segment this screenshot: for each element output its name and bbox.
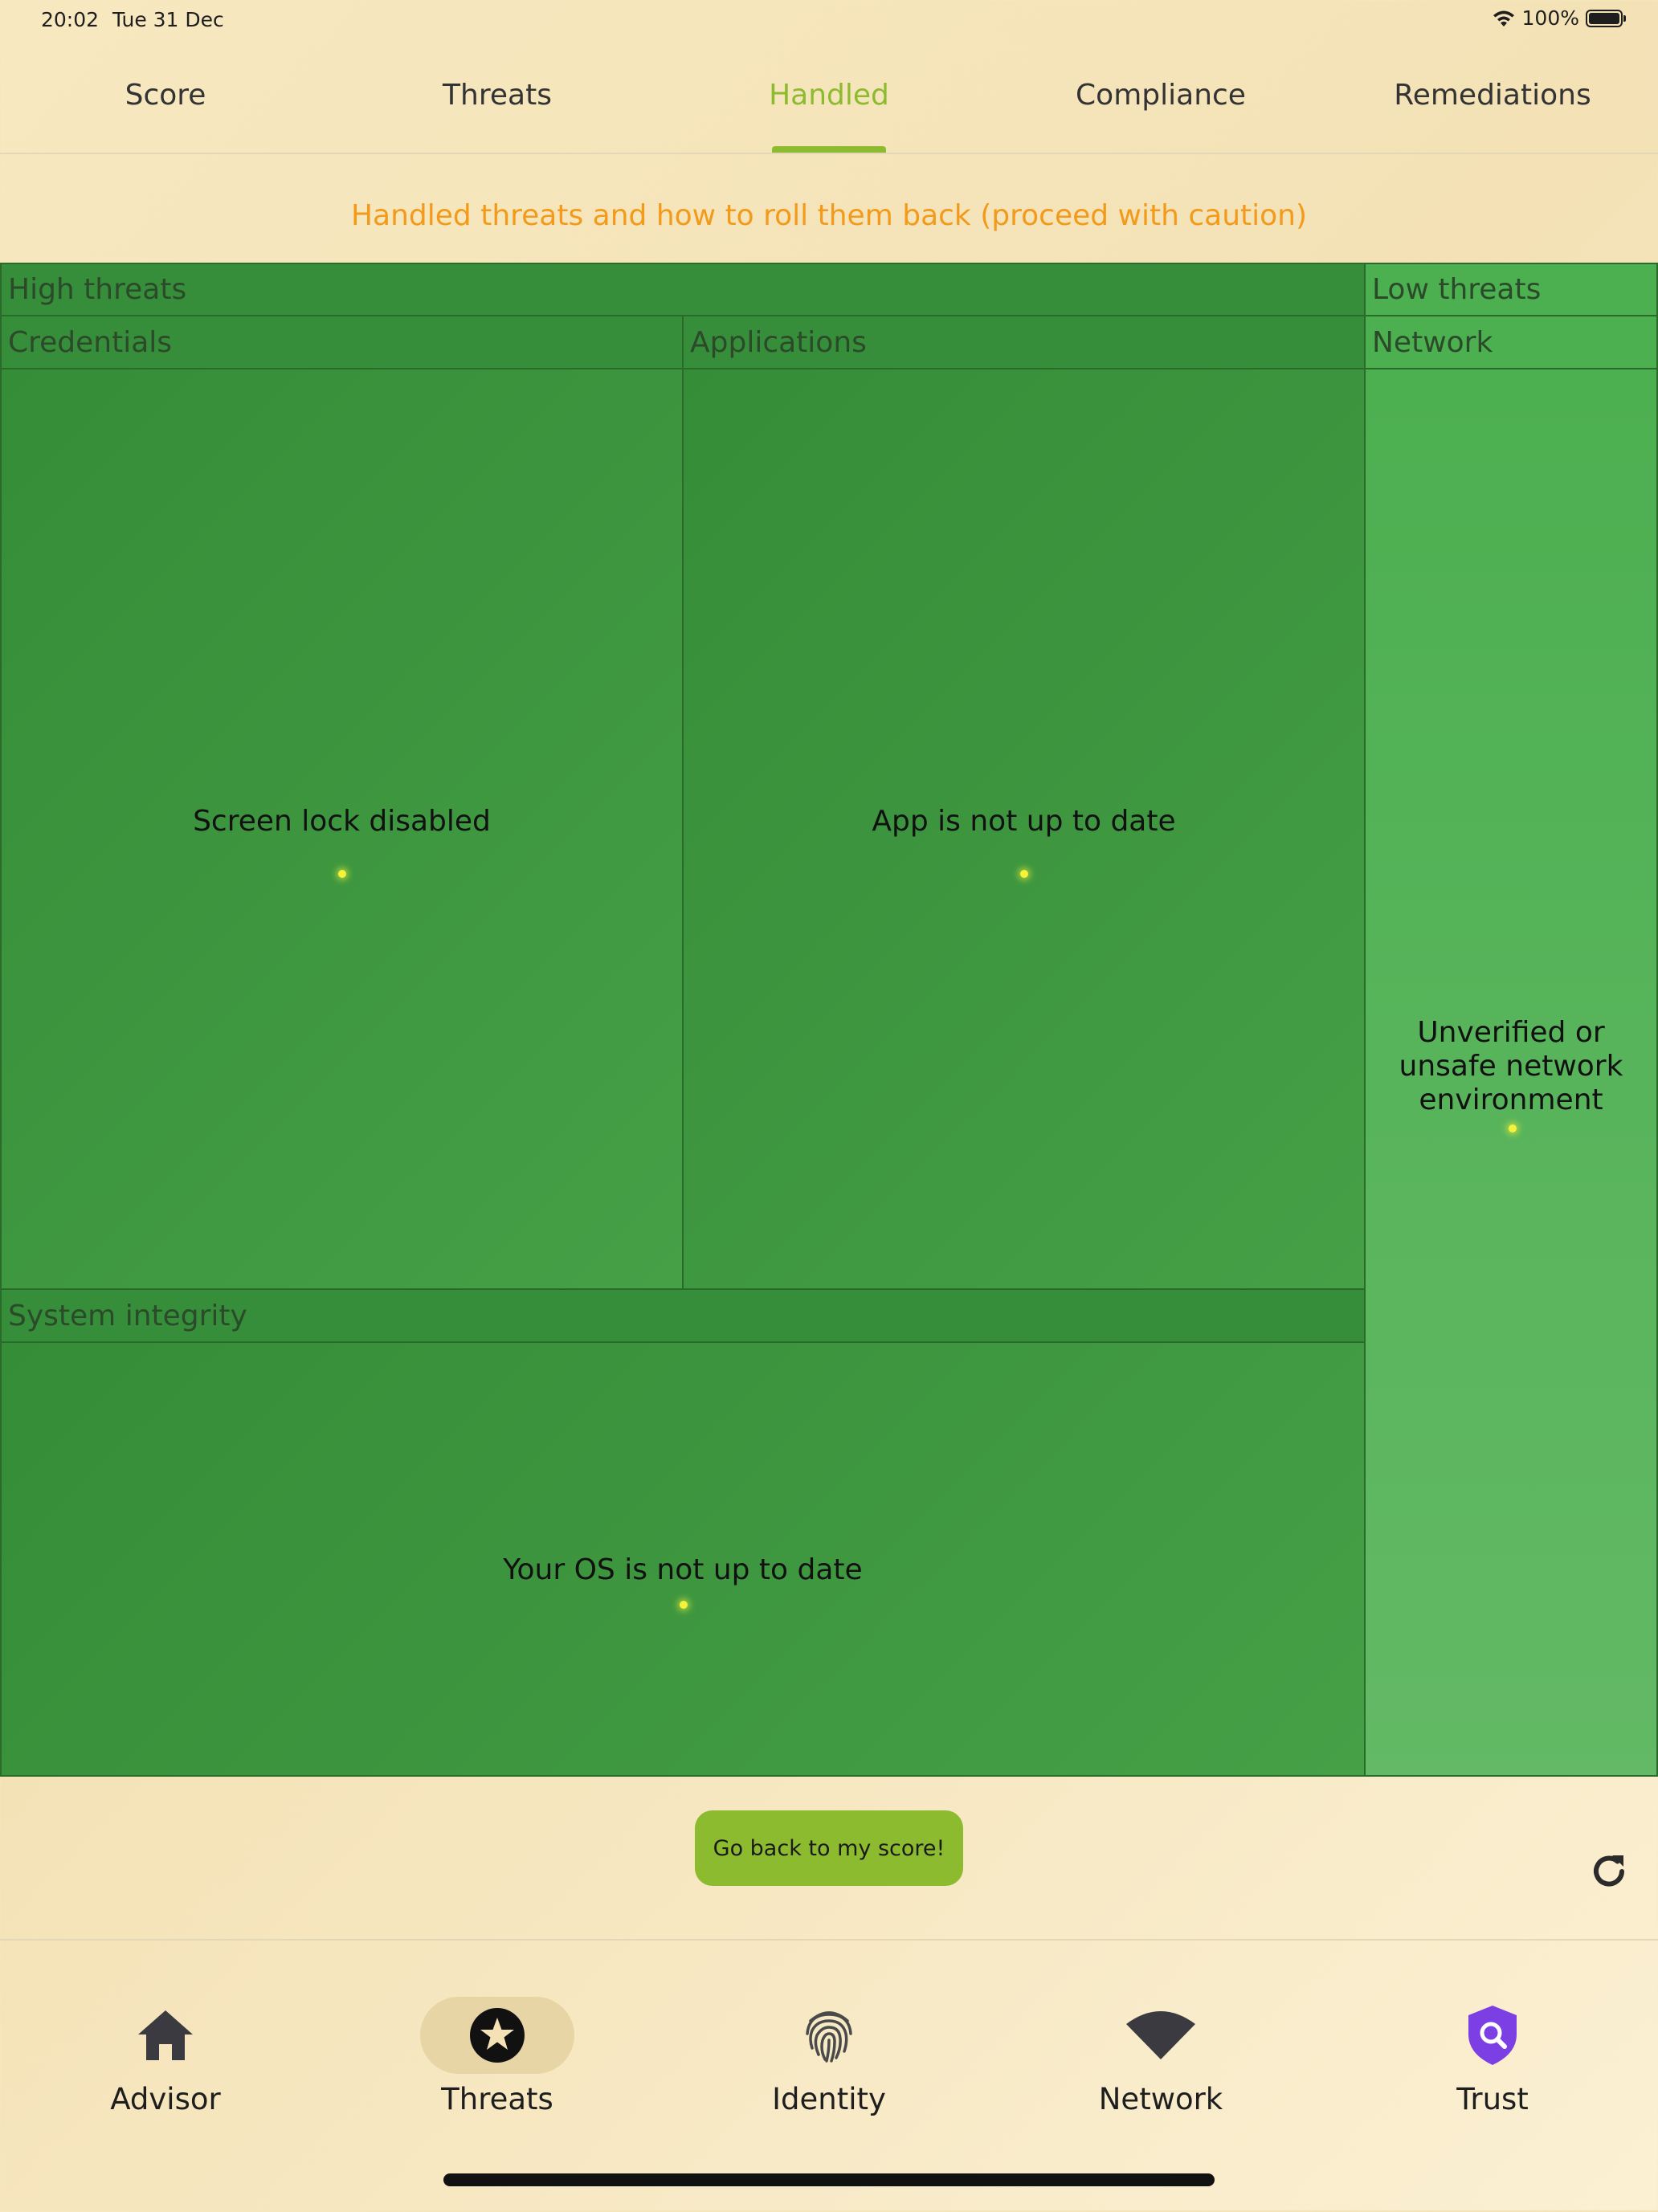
go-back-to-score-button[interactable]: Go back to my score! — [695, 1810, 963, 1886]
page-subtitle: Handled threats and how to roll them bac… — [350, 199, 1308, 232]
nav-label: Trust — [1456, 2082, 1529, 2116]
top-tab-bar: Score Threats Handled Compliance Remedia… — [0, 56, 1658, 154]
threat-label: Your OS is not up to date — [503, 1553, 863, 1586]
star-icon — [470, 2008, 525, 2063]
nav-label: Identity — [772, 2082, 886, 2116]
nav-icon-container — [1084, 1997, 1238, 2074]
threat-marker-dot — [1020, 870, 1028, 878]
threat-label: Unverified or unsafe network environment — [1399, 1016, 1623, 1116]
tab-remediations[interactable]: Remediations — [1394, 79, 1591, 112]
threat-label: App is not up to date — [872, 805, 1176, 838]
nav-identity[interactable]: Identity — [729, 1997, 929, 2116]
nav-label: Threats — [441, 2082, 553, 2116]
fingerprint-icon — [806, 2011, 852, 2063]
threat-marker-dot — [1509, 1124, 1517, 1133]
tab-compliance[interactable]: Compliance — [1076, 79, 1246, 112]
threat-tile-applications[interactable]: App is not up to date — [682, 368, 1366, 1290]
category-header-network: Network — [1364, 315, 1658, 369]
nav-network[interactable]: Network — [1060, 1997, 1261, 2116]
category-header-applications: Applications — [682, 315, 1366, 369]
tab-handled[interactable]: Handled — [769, 79, 889, 112]
threat-tile-credentials[interactable]: Screen lock disabled — [0, 368, 684, 1290]
battery-icon — [1586, 9, 1626, 27]
tab-threats[interactable]: Threats — [443, 79, 552, 112]
nav-trust[interactable]: Trust — [1392, 1997, 1593, 2116]
nav-label: Advisor — [110, 2082, 221, 2116]
home-icon — [138, 2010, 193, 2060]
group-header-low-threats: Low threats — [1364, 263, 1658, 316]
wifi-status-icon — [1493, 10, 1514, 27]
category-header-system-integrity: System integrity — [0, 1288, 1366, 1343]
threat-marker-dot — [338, 870, 346, 878]
threat-tile-network[interactable]: Unverified or unsafe network environment — [1364, 368, 1658, 1777]
nav-icon-container — [752, 1997, 906, 2074]
threat-label: Screen lock disabled — [193, 805, 491, 838]
tab-score[interactable]: Score — [125, 79, 206, 112]
wifi-icon — [1126, 2011, 1195, 2059]
bottom-navigation: Advisor Threats Identity Network Trust — [0, 1939, 1658, 2212]
status-date: Tue 31 Dec — [112, 8, 224, 31]
nav-icon-container — [420, 1997, 574, 2074]
status-indicators: 100% — [1492, 6, 1626, 30]
nav-advisor[interactable]: Advisor — [65, 1997, 266, 2116]
threat-marker-dot — [680, 1601, 688, 1609]
refresh-icon[interactable] — [1587, 1849, 1631, 1894]
shield-search-icon — [1468, 2006, 1517, 2065]
battery-percent: 100% — [1521, 6, 1579, 30]
category-header-credentials: Credentials — [0, 315, 684, 369]
active-tab-indicator — [772, 146, 886, 153]
home-indicator — [443, 2173, 1215, 2186]
group-header-high-threats: High threats — [0, 263, 1366, 316]
nav-icon-container — [88, 1997, 243, 2074]
nav-icon-container — [1415, 1997, 1570, 2074]
status-time: 20:02 — [41, 8, 100, 31]
nav-label: Network — [1098, 2082, 1223, 2116]
nav-threats[interactable]: Threats — [397, 1997, 598, 2116]
threat-tile-system-integrity[interactable]: Your OS is not up to date — [0, 1341, 1366, 1777]
